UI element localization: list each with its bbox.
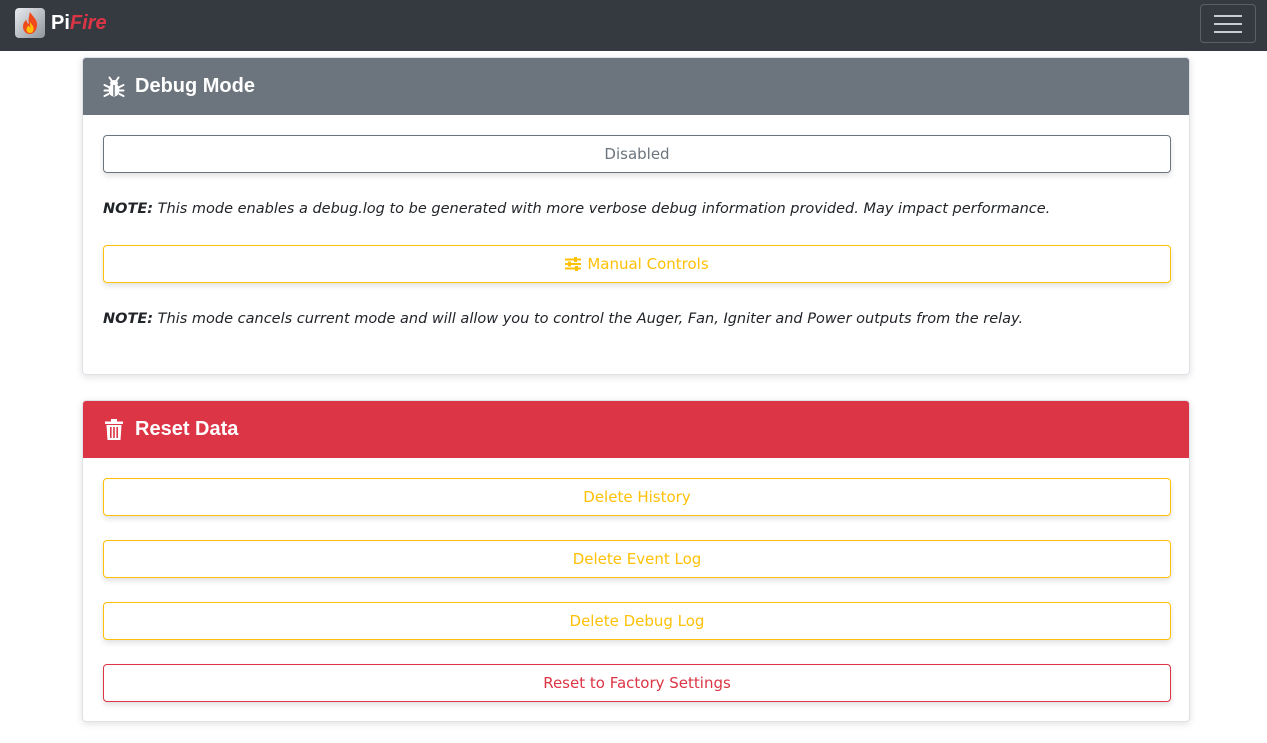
- brand-link[interactable]: PiFire: [15, 7, 107, 39]
- delete-event-log-button[interactable]: Delete Event Log: [103, 540, 1171, 578]
- hamburger-icon: [1214, 14, 1242, 33]
- navbar-toggle-button[interactable]: [1200, 4, 1256, 43]
- manual-controls-label: Manual Controls: [587, 255, 709, 273]
- debug-mode-header: Debug Mode: [83, 58, 1189, 115]
- brand-pi: Pi: [51, 11, 70, 34]
- trash-icon: [103, 419, 125, 441]
- sliders-icon: [565, 257, 582, 271]
- delete-history-button[interactable]: Delete History: [103, 478, 1171, 516]
- top-navbar: PiFire: [0, 0, 1267, 51]
- manual-note-text: This mode cancels current mode and will …: [157, 311, 1024, 327]
- bug-icon: [103, 76, 125, 98]
- debug-note-text: This mode enables a debug.log to be gene…: [157, 201, 1051, 217]
- flame-icon: [15, 8, 45, 38]
- reset-factory-settings-button[interactable]: Reset to Factory Settings: [103, 664, 1171, 702]
- brand-name: PiFire: [51, 12, 107, 35]
- reset-data-card: Reset Data Delete History Delete Event L…: [82, 400, 1190, 722]
- reset-data-header: Reset Data: [83, 401, 1189, 458]
- debug-note-label: NOTE:: [103, 201, 154, 217]
- debug-mode-title: Debug Mode: [135, 75, 255, 97]
- debug-note: NOTE: This mode enables a debug.log to b…: [103, 201, 1050, 217]
- manual-note-label: NOTE:: [103, 311, 154, 327]
- manual-note: NOTE: This mode cancels current mode and…: [103, 311, 1023, 327]
- reset-data-title: Reset Data: [135, 418, 239, 440]
- delete-debug-log-button[interactable]: Delete Debug Log: [103, 602, 1171, 640]
- debug-mode-card: Debug Mode Disabled NOTE: This mode enab…: [82, 57, 1190, 375]
- debug-toggle-button[interactable]: Disabled: [103, 135, 1171, 173]
- manual-controls-button[interactable]: Manual Controls: [103, 245, 1171, 283]
- brand-fire: Fire: [69, 11, 107, 34]
